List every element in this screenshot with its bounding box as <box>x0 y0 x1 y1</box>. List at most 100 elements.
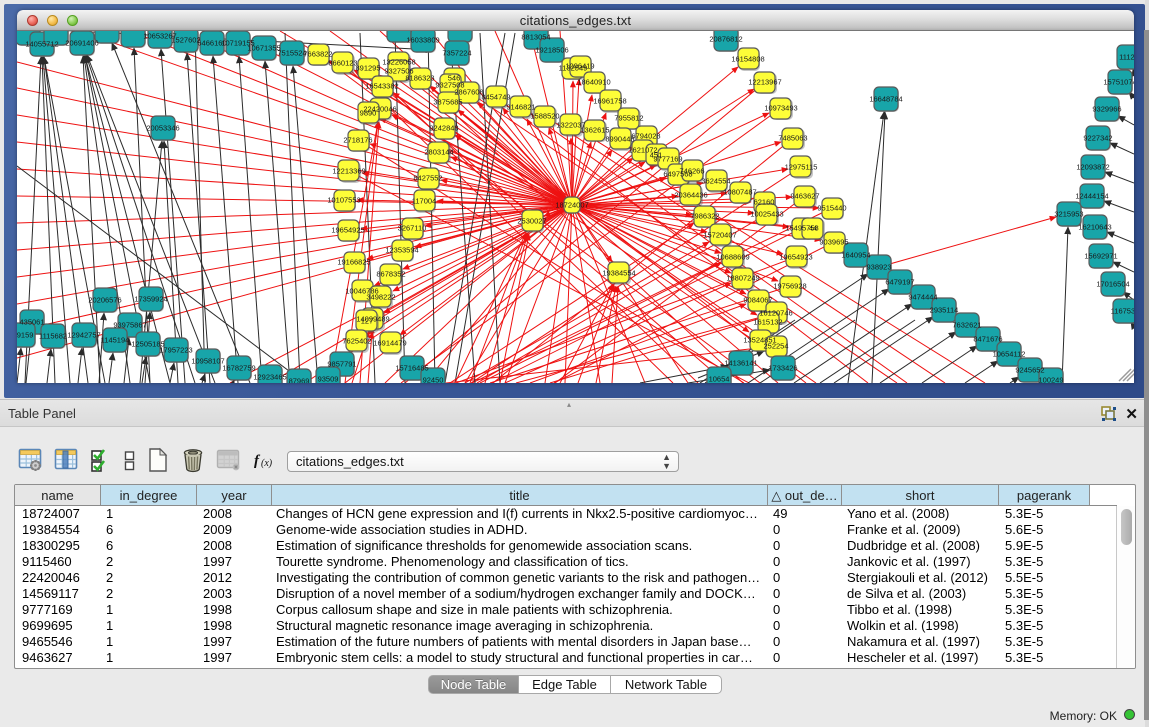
svg-text:17359924: 17359924 <box>134 295 167 304</box>
svg-text:9515440: 9515440 <box>817 204 846 213</box>
svg-text:938923: 938923 <box>866 263 891 272</box>
svg-text:117004: 117004 <box>412 197 436 206</box>
svg-text:20691406: 20691406 <box>65 39 98 48</box>
svg-text:16782759: 16782759 <box>222 364 255 373</box>
svg-text:8990448: 8990448 <box>605 135 634 144</box>
svg-text:14055712: 14055712 <box>25 40 58 49</box>
svg-text:2718176: 2718176 <box>343 136 372 145</box>
svg-text:17016504: 17016504 <box>1096 280 1129 289</box>
svg-text:15751074: 15751074 <box>1103 78 1134 87</box>
svg-text:18724007: 18724007 <box>555 201 588 210</box>
svg-text:1615132: 1615132 <box>753 318 782 327</box>
svg-text:1527602: 1527602 <box>171 36 200 45</box>
svg-text:100249: 100249 <box>1038 376 1063 384</box>
svg-text:9890: 9890 <box>360 109 377 118</box>
svg-text:12444154: 12444154 <box>1075 192 1108 201</box>
svg-text:8813054: 8813054 <box>521 33 550 42</box>
svg-text:8471676: 8471676 <box>973 335 1002 344</box>
svg-text:127: 127 <box>361 317 374 326</box>
svg-text:8186323: 8186323 <box>405 74 434 83</box>
svg-text:20053346: 20053346 <box>146 124 179 133</box>
svg-text:252254: 252254 <box>763 342 788 351</box>
svg-text:19654923: 19654923 <box>779 253 812 262</box>
svg-text:10654: 10654 <box>709 375 730 384</box>
svg-text:2530027: 2530027 <box>517 217 546 226</box>
svg-text:10807487: 10807487 <box>723 188 756 197</box>
svg-text:44: 44 <box>809 224 817 233</box>
svg-text:16154808: 16154808 <box>731 55 764 64</box>
svg-text:7515524: 7515524 <box>277 49 306 58</box>
svg-text:7986322: 7986322 <box>690 212 719 221</box>
svg-text:9245652: 9245652 <box>1015 366 1044 375</box>
svg-text:10973493: 10973493 <box>764 104 797 113</box>
svg-text:12942757: 12942757 <box>67 331 100 340</box>
svg-text:16961758: 16961758 <box>593 97 626 106</box>
svg-text:87969: 87969 <box>289 377 310 384</box>
svg-text:92450: 92450 <box>423 376 444 384</box>
svg-text:1362615: 1362615 <box>580 126 609 135</box>
svg-text:10107553: 10107553 <box>327 196 360 205</box>
svg-text:9777169: 9777169 <box>653 155 682 164</box>
svg-text:20876812: 20876812 <box>709 35 742 44</box>
svg-text:6479197: 6479197 <box>885 278 914 287</box>
svg-text:17957223: 17957223 <box>159 346 192 355</box>
svg-text:3215953: 3215953 <box>1054 210 1083 219</box>
svg-text:10671355: 10671355 <box>247 44 280 53</box>
svg-text:891295: 891295 <box>355 64 380 73</box>
svg-text:9474444: 9474444 <box>908 293 937 302</box>
svg-text:20364436: 20364436 <box>674 191 707 200</box>
svg-text:7625402: 7625402 <box>342 337 371 346</box>
svg-text:18807249: 18807249 <box>726 274 759 283</box>
svg-text:8660123: 8660123 <box>328 59 357 68</box>
svg-text:19166825: 19166825 <box>337 258 370 267</box>
svg-text:435061: 435061 <box>19 318 44 327</box>
svg-text:9242848: 9242848 <box>429 124 458 133</box>
svg-text:f: f <box>254 453 261 469</box>
svg-text:93509: 93509 <box>318 375 339 384</box>
svg-text:9463627: 9463627 <box>790 192 819 201</box>
svg-text:9227342: 9227342 <box>1083 134 1112 143</box>
svg-text:1115682: 1115682 <box>39 332 67 341</box>
svg-text:9039695: 9039695 <box>819 238 848 247</box>
svg-text:10688609: 10688609 <box>716 253 749 262</box>
svg-text:3267110: 3267110 <box>398 224 427 233</box>
svg-text:7632621: 7632621 <box>952 321 981 330</box>
svg-text:3498222: 3498222 <box>366 293 395 302</box>
svg-text:1640954: 1640954 <box>841 251 870 260</box>
svg-text:2803144: 2803144 <box>424 148 453 157</box>
svg-text:93975867: 93975867 <box>113 321 146 330</box>
svg-text:15720407: 15720407 <box>703 231 736 240</box>
svg-text:9084067: 9084067 <box>743 296 772 305</box>
svg-text:16543382: 16543382 <box>365 82 398 91</box>
svg-text:8454749: 8454749 <box>481 93 510 102</box>
svg-text:9329966: 9329966 <box>1092 105 1121 114</box>
svg-text:7663822: 7663822 <box>303 50 332 59</box>
svg-text:12975115: 12975115 <box>785 163 818 172</box>
svg-text:1733426: 1733426 <box>768 364 797 373</box>
svg-text:16648784: 16648784 <box>869 95 902 104</box>
svg-text:20206576: 20206576 <box>88 296 121 305</box>
svg-text:7485063: 7485063 <box>778 134 807 143</box>
svg-text:39159: 39159 <box>17 331 33 340</box>
svg-text:3624554: 3624554 <box>701 177 730 186</box>
svg-text:16120746: 16120746 <box>759 309 792 318</box>
svg-text:12213967: 12213967 <box>748 78 781 87</box>
svg-text:14136141: 14136141 <box>724 359 757 368</box>
svg-text:746266: 746266 <box>679 167 704 176</box>
svg-text:15692971: 15692971 <box>1084 252 1117 261</box>
svg-text:3875685: 3875685 <box>433 98 462 107</box>
svg-text:18640910: 18640910 <box>577 78 610 87</box>
svg-text:6794028: 6794028 <box>631 132 660 141</box>
svg-text:10958107: 10958107 <box>191 357 224 366</box>
svg-text:8678352: 8678352 <box>376 270 405 279</box>
svg-text:19654925: 19654925 <box>331 226 364 235</box>
svg-text:62160: 62160 <box>754 198 775 207</box>
svg-text:19218506: 19218506 <box>535 46 568 55</box>
svg-text:15716485: 15716485 <box>395 364 428 373</box>
svg-text:11121: 11121 <box>1119 53 1134 62</box>
svg-text:12353594: 12353594 <box>385 246 418 255</box>
svg-text:9146821: 9146821 <box>506 103 535 112</box>
svg-text:(x): (x) <box>261 458 273 469</box>
svg-text:12093872: 12093872 <box>1076 163 1109 172</box>
svg-text:7955812: 7955812 <box>614 114 643 123</box>
